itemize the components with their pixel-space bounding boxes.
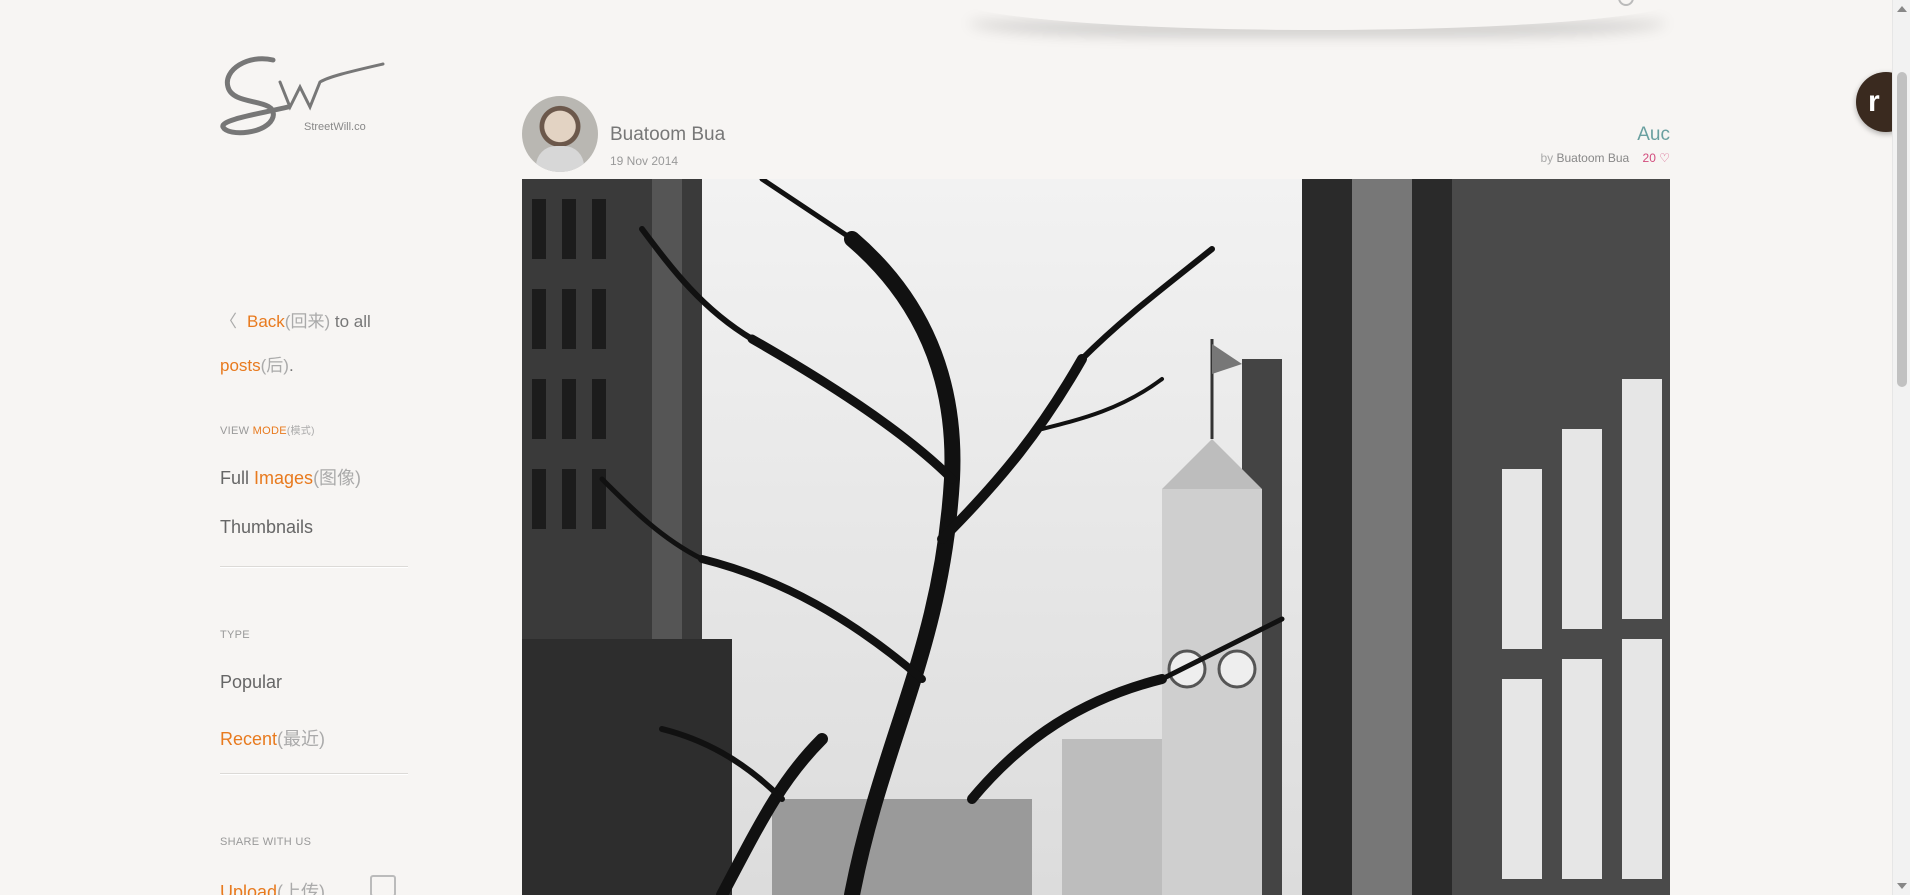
scroll-up-arrow-icon[interactable] [1897,6,1907,12]
author-name[interactable]: Buatoom Bua [610,124,725,146]
view-mode-label-mode: MODE [252,425,287,437]
back-to-posts: 〈 Back(回来) to all posts(后). [220,300,420,388]
type-recent[interactable]: Recent(最近) [220,725,325,751]
heart-icon: ♡ [1655,151,1670,165]
back-link[interactable]: Back [247,312,285,331]
post-date: 19 Nov 2014 [610,154,679,168]
like-button[interactable]: 20 ♡ [1643,151,1670,165]
upload-cn: (上传) [277,882,326,895]
view-full-images[interactable]: Full Images(图像) [220,464,361,490]
top-search-bar [960,0,1675,30]
upload-link[interactable]: Upload(上传) [220,878,325,895]
type-label: TYPE [220,629,250,641]
scrollbar-thumb[interactable] [1897,72,1907,387]
posts-cn: (后) [260,356,289,375]
post-meta: by Buatoom Bua 20 ♡ [1540,151,1670,165]
avatar-shirt [536,146,584,172]
back-cn: (回来) [284,312,331,331]
by-author-link[interactable]: Buatoom Bua [1556,151,1629,165]
by-label: by [1540,151,1554,165]
logo-subtitle: StreetWill.co [304,121,366,133]
avatar[interactable] [522,96,598,172]
post-title[interactable]: Auc [1637,124,1670,146]
divider [220,566,408,568]
view-mode-label-view: VIEW [220,425,250,437]
recent-cn: (最近) [277,729,326,749]
divider [220,773,408,775]
period: . [288,356,294,375]
post-photo[interactable] [522,179,1670,895]
upload-image-icon[interactable] [370,875,396,895]
upload-label: Upload [220,882,278,895]
full-images-cn: (图像) [313,468,362,488]
view-mode-label-cn: (模式) [286,426,315,437]
chevron-left-icon: 〈 [220,312,237,331]
type-popular[interactable]: Popular [220,672,282,693]
full-images-highlight: Images [254,468,314,488]
scrollbar[interactable] [1892,0,1910,895]
to-all-text: to all [334,312,371,331]
share-label: SHARE WITH US [220,836,312,848]
recent-label: Recent [220,729,278,749]
posts-link[interactable]: posts [220,356,261,375]
likes-count: 20 [1642,151,1656,165]
scroll-down-arrow-icon[interactable] [1897,883,1907,889]
view-mode-label: VIEW MODE(模式) [220,422,315,437]
full-prefix: Full [220,468,250,488]
view-thumbnails[interactable]: Thumbnails [220,517,313,538]
